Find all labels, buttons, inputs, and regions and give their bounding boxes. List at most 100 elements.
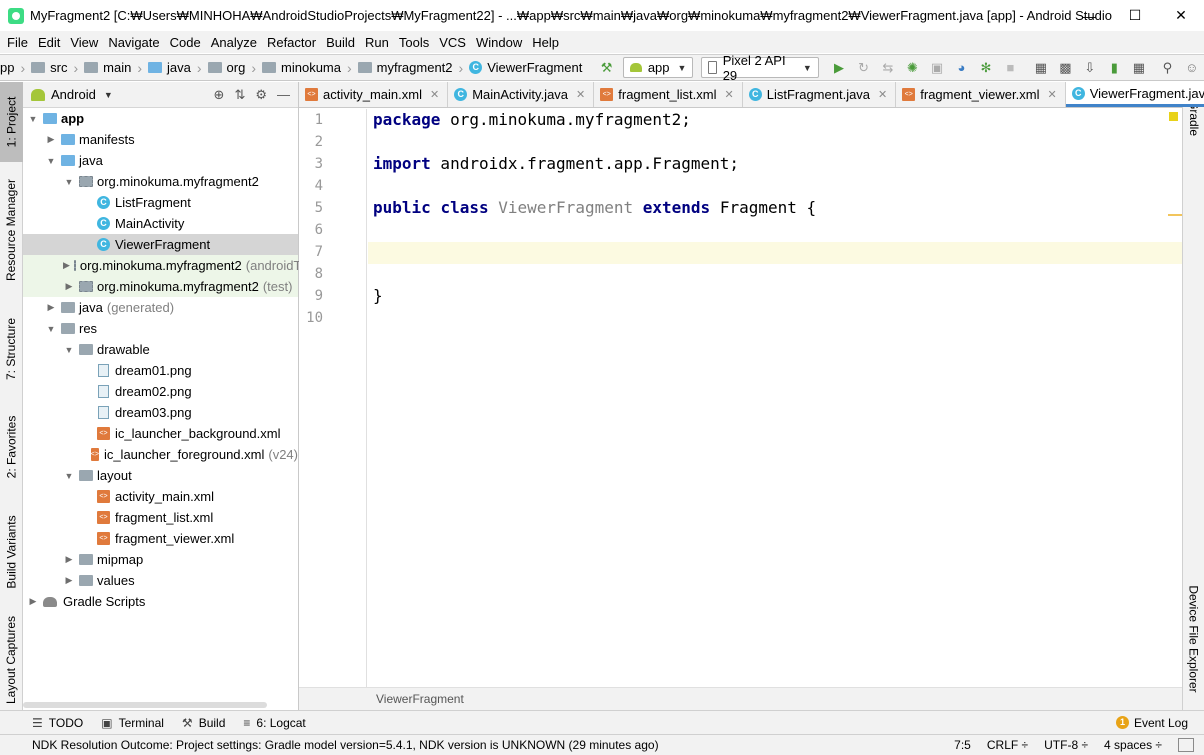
nav-crumb-app[interactable]: pp › (0, 60, 31, 76)
editor-tab[interactable]: C MainActivity.java ✕ (448, 82, 595, 107)
structure-tab[interactable]: 7: Structure (0, 304, 23, 394)
collapse-all-icon[interactable]: ⇅ (234, 87, 245, 103)
line-separator[interactable]: CRLF ÷ (987, 738, 1028, 752)
menu-run[interactable]: Run (360, 35, 394, 50)
expand-arrow-icon[interactable]: ▼ (45, 156, 57, 166)
warning-marker-icon[interactable] (1169, 112, 1178, 121)
menu-file[interactable]: File (2, 35, 33, 50)
tree-item[interactable]: ▶ Gradle Scripts (23, 591, 298, 612)
hide-icon[interactable]: — (277, 87, 290, 102)
tree-item[interactable]: <> fragment_list.xml (23, 507, 298, 528)
close-icon[interactable]: ✕ (725, 88, 734, 101)
editor-breadcrumb-label[interactable]: ViewerFragment (376, 692, 464, 706)
tree-item[interactable]: C ListFragment (23, 192, 298, 213)
tree-item[interactable]: ▼ drawable (23, 339, 298, 360)
tree-item[interactable]: ▶ mipmap (23, 549, 298, 570)
tree-item[interactable]: ▶ org.minokuma.myfragment2 (androidTest) (23, 255, 322, 276)
menu-edit[interactable]: Edit (33, 35, 65, 50)
editor-tab[interactable]: C ListFragment.java ✕ (743, 82, 897, 107)
run-icon[interactable]: ▶ (831, 59, 847, 77)
collapse-arrow-icon[interactable]: ▶ (63, 575, 75, 586)
lock-icon[interactable] (1178, 738, 1194, 752)
tree-item[interactable]: ▼ res (23, 318, 298, 339)
logcat-tab[interactable]: ≡ 6: Logcat (243, 716, 305, 730)
menu-vcs[interactable]: VCS (434, 35, 471, 50)
collapse-arrow-icon[interactable]: ▶ (63, 281, 75, 292)
tree-item[interactable]: dream03.png (23, 402, 298, 423)
tree-item[interactable]: C ViewerFragment (23, 234, 298, 255)
nav-crumb-minokuma[interactable]: minokuma › (262, 60, 358, 76)
menu-help[interactable]: Help (527, 35, 564, 50)
profiler-icon[interactable]: ◕ (953, 59, 969, 77)
menu-navigate[interactable]: Navigate (103, 35, 164, 50)
code-line[interactable]: package org.minokuma.myfragment2; (373, 110, 691, 129)
maximize-button[interactable]: ☐ (1112, 0, 1158, 31)
close-icon[interactable]: ✕ (1047, 88, 1056, 101)
sync-project-icon[interactable]: ▦ (1033, 59, 1049, 77)
menu-tools[interactable]: Tools (394, 35, 434, 50)
build-variants-tab[interactable]: Build Variants (0, 502, 23, 602)
nav-crumb-main[interactable]: main › (84, 60, 148, 76)
horizontal-scrollbar[interactable] (23, 702, 267, 708)
collapse-arrow-icon[interactable]: ▶ (45, 302, 57, 313)
tree-item[interactable]: ▼ org.minokuma.myfragment2 (23, 171, 298, 192)
build-tab[interactable]: ⚒ Build (182, 716, 225, 730)
project-view-select[interactable]: Android (51, 87, 96, 102)
apply-changes-icon[interactable]: ⇆ (880, 59, 896, 77)
editor-tab[interactable]: <> fragment_list.xml ✕ (594, 82, 743, 107)
file-encoding[interactable]: UTF-8 ÷ (1044, 738, 1088, 752)
rerun-icon[interactable]: ↻ (855, 59, 871, 77)
search-icon[interactable]: ⚲ (1159, 59, 1175, 77)
tree-item[interactable]: ▼ layout (23, 465, 298, 486)
tree-item[interactable]: ▶ values (23, 570, 298, 591)
event-log-tab[interactable]: 1 Event Log (1115, 716, 1188, 730)
menu-analyze[interactable]: Analyze (206, 35, 262, 50)
debug-icon[interactable]: ✺ (904, 59, 920, 77)
todo-tab[interactable]: ☰ TODO (32, 716, 83, 730)
code-editor[interactable]: 1 2 3 4 5 6 7 8 9 10 package org.minokuma.myfragm… (299, 109, 1182, 687)
tree-item[interactable]: dream01.png (23, 360, 298, 381)
editor-tab[interactable]: C ViewerFragment.java (1065, 82, 1204, 107)
expand-arrow-icon[interactable]: ▼ (63, 471, 75, 481)
tree-item[interactable]: ▶ java (generated) (23, 297, 298, 318)
minimize-button[interactable]: — (1066, 0, 1112, 31)
run-config-select[interactable]: app ▼ (622, 57, 694, 78)
close-button[interactable]: ✕ (1158, 0, 1204, 31)
tree-item[interactable]: ▶ manifests (23, 129, 298, 150)
nav-crumb-viewerfragment[interactable]: C ViewerFragment (469, 60, 582, 75)
nav-crumb-myfragment2[interactable]: myfragment2 › (357, 60, 470, 76)
tree-item[interactable]: dream02.png (23, 381, 298, 402)
sdk-manager-icon[interactable]: ⇩ (1082, 59, 1098, 77)
menu-build[interactable]: Build (321, 35, 360, 50)
tree-item[interactable]: <> ic_launcher_foreground.xml (v24) (23, 444, 298, 465)
collapse-arrow-icon[interactable]: ▶ (45, 134, 57, 145)
close-icon[interactable]: ✕ (878, 88, 887, 101)
code-line[interactable]: import androidx.fragment.app.Fragment; (373, 154, 739, 173)
expand-arrow-icon[interactable]: ▼ (27, 114, 39, 124)
tree-item[interactable]: <> activity_main.xml (23, 486, 298, 507)
avd-manager-icon[interactable]: ▩ (1057, 59, 1073, 77)
tree-item[interactable]: C MainActivity (23, 213, 298, 234)
editor-tab[interactable]: <> activity_main.xml ✕ (299, 82, 449, 107)
collapse-arrow-icon[interactable]: ▶ (63, 260, 70, 271)
nav-crumb-org[interactable]: org › (207, 60, 262, 76)
coverage-icon[interactable]: ✻ (978, 59, 994, 77)
close-icon[interactable]: ✕ (576, 88, 585, 101)
device-file-explorer-tab[interactable]: Device File Explorer (1183, 574, 1204, 704)
layout-captures-tab[interactable]: Layout Captures (0, 610, 23, 710)
code-line[interactable]: public class ViewerFragment extends Frag… (373, 198, 816, 217)
tree-item[interactable]: <> ic_launcher_background.xml (23, 423, 298, 444)
menu-refactor[interactable]: Refactor (262, 35, 321, 50)
menu-code[interactable]: Code (165, 35, 206, 50)
tree-item[interactable]: <> fragment_viewer.xml (23, 528, 298, 549)
hammer-icon[interactable]: ⚒ (598, 59, 614, 77)
nav-crumb-java[interactable]: java › (148, 60, 208, 76)
warning-stripe[interactable] (1168, 214, 1182, 216)
user-icon[interactable]: ☺ (1184, 59, 1200, 77)
expand-arrow-icon[interactable]: ▼ (63, 345, 75, 355)
device-select[interactable]: Pixel 2 API 29 ▼ (701, 53, 819, 83)
project-structure-icon[interactable]: ▦ (1131, 59, 1147, 77)
favorites-tab[interactable]: 2: Favorites (0, 402, 23, 492)
gear-icon[interactable]: ⚙ (255, 87, 267, 103)
tree-item[interactable]: ▼ java (23, 150, 298, 171)
